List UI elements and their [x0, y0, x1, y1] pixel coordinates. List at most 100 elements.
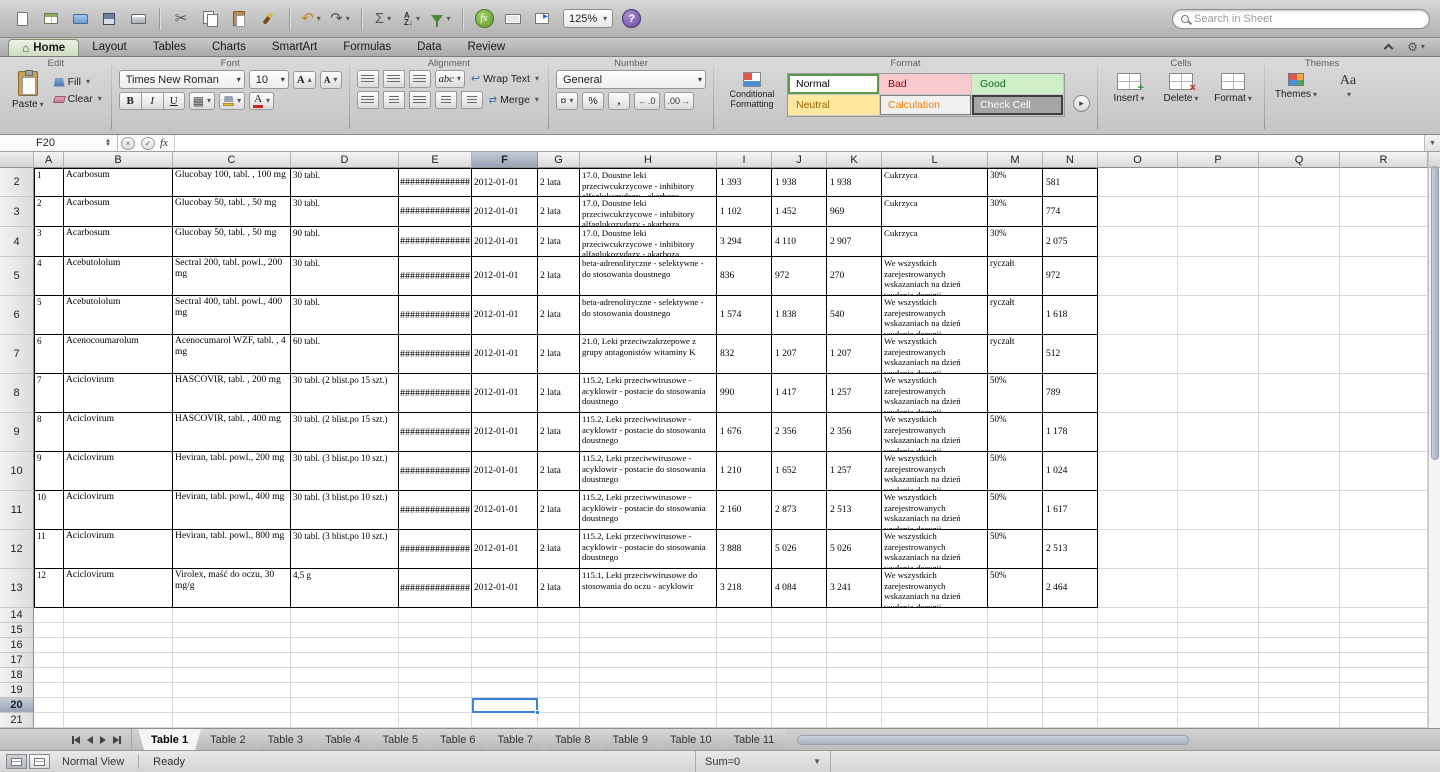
cell-A3[interactable]: 2	[34, 197, 64, 227]
sheet-search-field[interactable]	[1172, 9, 1430, 29]
cell-Q21[interactable]	[1259, 713, 1340, 728]
style-check-cell[interactable]: Check Cell	[972, 95, 1064, 116]
sheet-tab-table-5[interactable]: Table 5	[370, 729, 431, 750]
cell-H14[interactable]	[580, 608, 717, 623]
collapse-ribbon-button[interactable]	[1384, 44, 1394, 54]
cell-O13[interactable]	[1098, 569, 1178, 608]
cell-O12[interactable]	[1098, 530, 1178, 569]
cell-J4[interactable]: 4 110	[772, 227, 827, 257]
style-bad[interactable]: Bad	[880, 74, 972, 95]
cell-O5[interactable]	[1098, 257, 1178, 296]
cell-G6[interactable]: 2 lata	[538, 296, 580, 335]
cell-N12[interactable]: 2 513	[1043, 530, 1098, 569]
align-right-button[interactable]	[409, 91, 431, 109]
cell-I11[interactable]: 2 160	[717, 491, 772, 530]
column-header-I[interactable]: I	[717, 152, 772, 168]
cell-K5[interactable]: 270	[827, 257, 882, 296]
column-header-F[interactable]: F	[472, 152, 538, 168]
cell-H13[interactable]: 115.1, Leki przeciwwirusowe do stosowani…	[580, 569, 717, 608]
cell-P17[interactable]	[1178, 653, 1259, 668]
cell-D7[interactable]: 60 tabl.	[291, 335, 399, 374]
cell-A8[interactable]: 7	[34, 374, 64, 413]
page-layout-view-button[interactable]	[29, 754, 50, 769]
cell-E6[interactable]: ##############	[399, 296, 472, 335]
sheet-tab-table-3[interactable]: Table 3	[255, 729, 316, 750]
cell-E15[interactable]	[399, 623, 472, 638]
cell-B10[interactable]: Aciclovirum	[64, 452, 173, 491]
cell-Q4[interactable]	[1259, 227, 1340, 257]
cell-Q14[interactable]	[1259, 608, 1340, 623]
cell-Q5[interactable]	[1259, 257, 1340, 296]
cell-A15[interactable]	[34, 623, 64, 638]
cell-D17[interactable]	[291, 653, 399, 668]
cell-R12[interactable]	[1340, 530, 1428, 569]
cell-Q20[interactable]	[1259, 698, 1340, 713]
first-sheet-button[interactable]	[72, 736, 80, 744]
cell-E18[interactable]	[399, 668, 472, 683]
cell-B15[interactable]	[64, 623, 173, 638]
cell-N13[interactable]: 2 464	[1043, 569, 1098, 608]
fill-button[interactable]: Fill▾	[52, 75, 104, 89]
cell-P11[interactable]	[1178, 491, 1259, 530]
cell-B20[interactable]	[64, 698, 173, 713]
cell-J11[interactable]: 2 873	[772, 491, 827, 530]
cell-H4[interactable]: 17.0, Doustne leki przeciwcukrzycowe - i…	[580, 227, 717, 257]
cell-D6[interactable]: 30 tabl.	[291, 296, 399, 335]
style-normal[interactable]: Normal	[788, 74, 880, 95]
cell-L14[interactable]	[882, 608, 988, 623]
cell-G2[interactable]: 2 lata	[538, 168, 580, 197]
cell-Q12[interactable]	[1259, 530, 1340, 569]
cell-A13[interactable]: 12	[34, 569, 64, 608]
cell-D21[interactable]	[291, 713, 399, 728]
cell-M15[interactable]	[988, 623, 1043, 638]
selected-cell-outline[interactable]	[472, 698, 538, 713]
column-header-H[interactable]: H	[580, 152, 717, 168]
cell-K16[interactable]	[827, 638, 882, 653]
row-header-20[interactable]: 20	[0, 698, 34, 713]
cell-Q11[interactable]	[1259, 491, 1340, 530]
cell-I9[interactable]: 1 676	[717, 413, 772, 452]
cell-L7[interactable]: We wszystkich zarejestrowanych wskazania…	[882, 335, 988, 374]
cell-N8[interactable]: 789	[1043, 374, 1098, 413]
cell-A10[interactable]: 9	[34, 452, 64, 491]
cell-I15[interactable]	[717, 623, 772, 638]
cell-B21[interactable]	[64, 713, 173, 728]
cell-L8[interactable]: We wszystkich zarejestrowanych wskazania…	[882, 374, 988, 413]
cell-H5[interactable]: beta-adrenolityczne - selektywne - do st…	[580, 257, 717, 296]
cell-F5[interactable]: 2012-01-01	[472, 257, 538, 296]
cell-C9[interactable]: HASCOVIR, tabl. , 400 mg	[173, 413, 291, 452]
text-orientation-button[interactable]: abc▾	[435, 70, 465, 88]
cell-B13[interactable]: Aciclovirum	[64, 569, 173, 608]
cell-C14[interactable]	[173, 608, 291, 623]
cell-P20[interactable]	[1178, 698, 1259, 713]
cell-Q6[interactable]	[1259, 296, 1340, 335]
dropdown-arrow-icon[interactable]: ▾	[207, 97, 211, 105]
cell-C12[interactable]: Heviran, tabl. powl., 800 mg	[173, 530, 291, 569]
horizontal-scrollbar[interactable]	[791, 733, 1432, 746]
cell-C3[interactable]: Glucobay 50, tabl. , 50 mg	[173, 197, 291, 227]
cell-H8[interactable]: 115.2, Leki przeciwwirusowe - acyklowir …	[580, 374, 717, 413]
insert-cells-button[interactable]: + Insert▾	[1105, 70, 1153, 104]
cell-L3[interactable]: Cukrzyca	[882, 197, 988, 227]
cell-J7[interactable]: 1 207	[772, 335, 827, 374]
cell-F4[interactable]: 2012-01-01	[472, 227, 538, 257]
cell-R7[interactable]	[1340, 335, 1428, 374]
dropdown-arrow-icon[interactable]: ▾	[1194, 95, 1198, 103]
cell-O6[interactable]	[1098, 296, 1178, 335]
row-header-10[interactable]: 10	[0, 452, 34, 491]
horizontal-scrollbar-thumb[interactable]	[797, 735, 1189, 745]
name-box-stepper[interactable]: ▲▼	[105, 139, 113, 147]
cell-O8[interactable]	[1098, 374, 1178, 413]
cell-H20[interactable]	[580, 698, 717, 713]
dropdown-arrow-icon[interactable]: ▼	[813, 758, 821, 766]
insert-function-button[interactable]: fx	[160, 137, 168, 149]
cell-F19[interactable]	[472, 683, 538, 698]
cell-A2[interactable]: 1	[34, 168, 64, 197]
column-header-P[interactable]: P	[1178, 152, 1259, 168]
cancel-entry-button[interactable]: ×	[121, 137, 135, 150]
cell-O4[interactable]	[1098, 227, 1178, 257]
cell-P14[interactable]	[1178, 608, 1259, 623]
row-header-5[interactable]: 5	[0, 257, 34, 296]
cell-R6[interactable]	[1340, 296, 1428, 335]
cell-I2[interactable]: 1 393	[717, 168, 772, 197]
